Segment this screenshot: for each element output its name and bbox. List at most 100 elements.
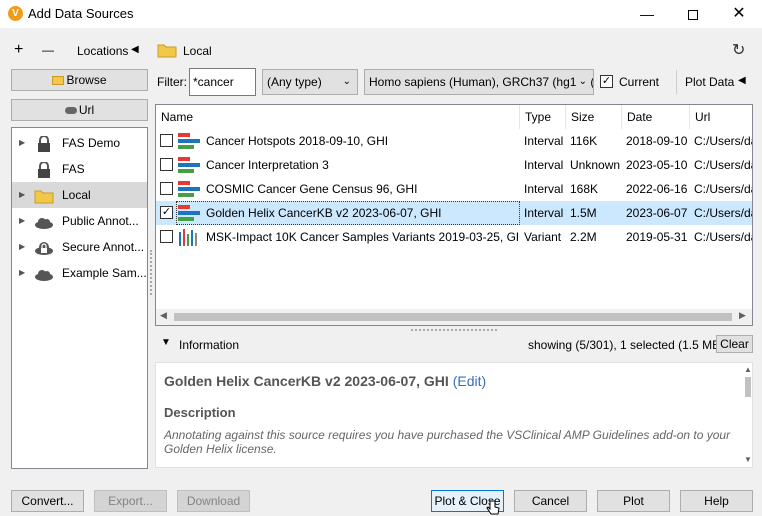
scroll-left-icon[interactable]: ◀ [160,310,167,321]
help-button[interactable]: Help [680,490,753,512]
tree-item-example-samples[interactable]: ▶ Example Sam... [12,260,147,286]
add-location-button[interactable]: + [14,41,23,59]
tree-item-secure-annotations[interactable]: ▶ Secure Annot... [12,234,147,260]
expand-arrow-icon[interactable]: ▶ [19,234,25,260]
expand-arrow-icon[interactable]: ▶ [19,260,25,286]
source-title: Golden Helix CancerKB v2 2023-06-07, GHI… [164,373,486,389]
chevron-down-icon: ⌄ [575,70,587,94]
row-name: Cancer Hotspots 2018-09-10, GHI [206,134,389,148]
chevron-down-icon: ⌄ [342,76,351,87]
collapse-locations-button[interactable]: ◀ [131,44,139,55]
cancel-button[interactable]: Cancel [514,490,587,512]
column-header-type[interactable]: Type [520,105,566,129]
scroll-up-icon[interactable]: ▲ [744,365,752,374]
row-checkbox[interactable] [160,182,173,195]
refresh-button[interactable]: ↻ [732,40,745,60]
column-header-name[interactable]: Name [156,105,520,129]
caret-left-icon: ◀ [131,44,139,55]
column-header-date[interactable]: Date [622,105,690,129]
column-header-url[interactable]: Url [690,105,752,129]
row-size: 168K [570,182,599,196]
maximize-button[interactable] [670,0,716,28]
close-button[interactable]: ✕ [716,0,762,28]
scrollbar-thumb[interactable] [174,313,732,321]
current-location-label: Local [183,44,212,58]
expand-arrow-icon[interactable]: ▶ [19,208,25,234]
row-url: C:/Users/da [694,206,752,220]
column-header-size[interactable]: Size [566,105,622,129]
genome-select-value: Homo sapiens (Human), GRCh37 (hg19) (l [369,75,594,89]
row-checkbox[interactable] [160,134,173,147]
tree-item-local[interactable]: ▶ Local [12,182,147,208]
table-row[interactable]: MSK-Impact 10K Cancer Samples Variants 2… [156,225,752,249]
description-heading: Description [164,405,236,420]
expand-arrow-icon[interactable]: ▶ [19,182,25,208]
table-row[interactable]: Cancer Hotspots 2018-09-10, GHI Interval… [156,129,752,153]
row-size: 2.2M [570,230,597,244]
row-url: C:/Users/da [694,230,752,244]
splitter-handle[interactable] [411,329,497,331]
row-date: 2023-05-10 [626,158,688,172]
horizontal-scrollbar[interactable]: ◀ ▶ [156,309,752,325]
current-checkbox[interactable]: ✓ [600,75,613,88]
scroll-down-icon[interactable]: ▼ [744,455,752,464]
cloud-icon [34,265,54,281]
type-select-value: (Any type) [267,75,322,89]
scrollbar-thumb[interactable] [745,377,751,397]
variant-track-icon [178,228,200,246]
title-bar: V Add Data Sources — ✕ [0,0,762,28]
divider [676,70,677,94]
row-date: 2018-09-10 [626,134,688,148]
genome-select[interactable]: Homo sapiens (Human), GRCh37 (hg19) (l ⌄ [364,69,594,95]
locations-label: Locations [77,44,129,58]
convert-button[interactable]: Convert... [11,490,84,512]
current-label: Current [619,75,660,89]
splitter-handle[interactable] [150,250,152,295]
scroll-right-icon[interactable]: ▶ [739,310,746,321]
description-text: Annotating against this source requires … [164,428,731,456]
clear-button[interactable]: Clear [716,335,753,353]
minimize-icon: — [640,6,654,22]
row-checkbox[interactable] [160,230,173,243]
url-button[interactable]: Url [11,99,148,121]
tree-item-fas[interactable]: FAS [12,156,147,182]
row-type: Interval [524,206,564,220]
expand-arrow-icon[interactable]: ▶ [19,130,25,156]
minimize-button[interactable]: — [624,0,670,28]
plot-data-toggle[interactable]: ◀ [738,75,746,86]
folder-icon [157,42,177,58]
browse-button[interactable]: Browse [11,69,148,91]
close-icon: ✕ [732,5,746,22]
plot-button[interactable]: Plot [597,490,670,512]
tree-item-public-annotations[interactable]: ▶ Public Annot... [12,208,147,234]
table-row[interactable]: Cancer Interpretation 3 Interval Unknown… [156,153,752,177]
collapse-triangle-icon[interactable]: ▼ [161,337,171,348]
lock-icon [34,161,54,178]
row-checkbox[interactable]: ✓ [160,206,173,219]
row-size: 1.5M [570,206,597,220]
download-button[interactable]: Download [177,490,250,512]
row-url: C:/Users/da [694,134,752,148]
interval-track-icon [178,156,200,174]
cloud-icon [64,107,77,114]
export-button[interactable]: Export... [94,490,167,512]
checkmark-icon: ✓ [601,75,612,87]
remove-location-button[interactable]: — [42,41,54,59]
row-url: C:/Users/da [694,182,752,196]
plus-icon: + [14,41,24,58]
vertical-scrollbar[interactable]: ▲ ▼ [743,365,753,465]
row-checkbox[interactable] [160,158,173,171]
type-select[interactable]: (Any type) ⌄ [262,69,358,95]
tree-item-fas-demo[interactable]: ▶ FAS Demo [12,130,147,156]
filter-input[interactable]: *cancer [189,68,256,96]
table-row[interactable]: ✓ Golden Helix CancerKB v2 2023-06-07, G… [156,201,752,225]
row-size: Unknown [570,158,621,172]
row-type: Interval [524,158,564,172]
secure-cloud-icon [34,239,54,255]
data-sources-table: ⌃ Name Type Size Date Url Cancer Hotspot… [155,104,753,326]
row-type: Interval [524,134,564,148]
interval-track-icon [178,132,200,150]
information-bar: ▼ Information showing (5/301), 1 selecte… [155,329,753,356]
edit-link[interactable]: (Edit) [453,373,486,389]
table-row[interactable]: COSMIC Cancer Gene Census 96, GHI Interv… [156,177,752,201]
